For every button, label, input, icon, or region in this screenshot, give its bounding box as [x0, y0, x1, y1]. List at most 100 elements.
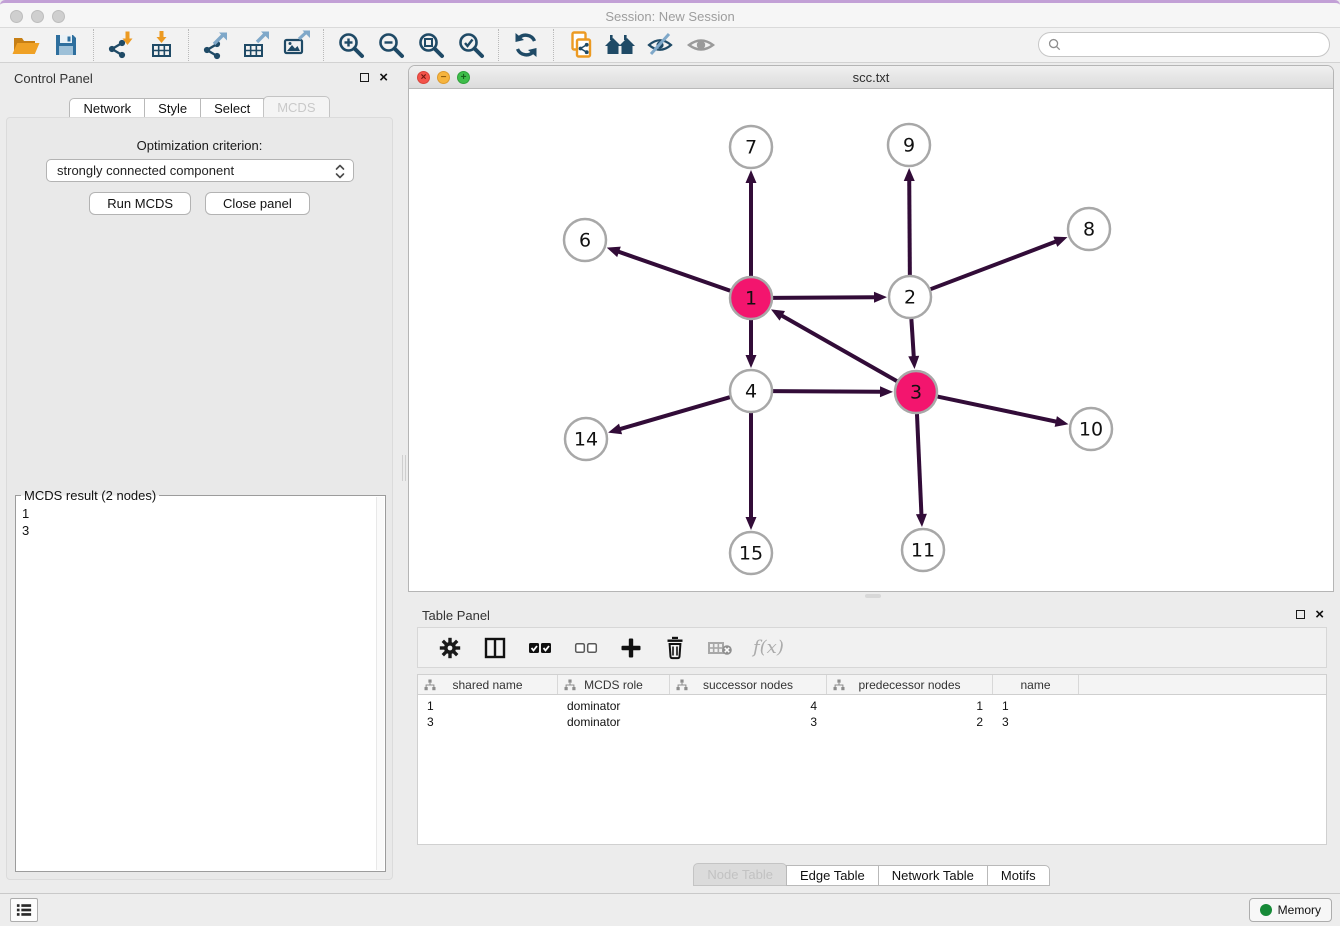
node-label-15: 15: [739, 543, 763, 565]
edge-arrow-4-15: [746, 517, 757, 530]
edge-4-14[interactable]: [620, 397, 730, 429]
new-network-from-selection-icon[interactable]: [561, 29, 601, 61]
run-mcds-button[interactable]: Run MCDS: [89, 192, 191, 215]
network-window-header[interactable]: × − + scc.txt: [409, 66, 1333, 89]
horizontal-splitter[interactable]: [408, 592, 1336, 600]
cell-name[interactable]: 1: [993, 699, 1079, 713]
table-row[interactable]: 3dominator323: [418, 714, 1326, 730]
cell-predecessor-nodes[interactable]: 2: [827, 715, 993, 729]
save-session-icon[interactable]: [46, 29, 86, 61]
cell-shared-name[interactable]: 3: [418, 715, 558, 729]
column-header-name[interactable]: name: [993, 675, 1079, 694]
edge-2-3[interactable]: [911, 319, 913, 357]
import-network-icon[interactable]: [101, 29, 141, 61]
edge-1-2[interactable]: [773, 297, 875, 298]
control-panel-body: Optimization criterion: strongly connect…: [6, 117, 393, 880]
zoom-in-icon[interactable]: [331, 29, 371, 61]
cell-MCDS-role[interactable]: dominator: [558, 715, 670, 729]
tab-style[interactable]: Style: [144, 98, 201, 119]
edge-4-3[interactable]: [773, 391, 881, 392]
table-panel-tabs: Node TableEdge TableNetwork TableMotifs: [408, 864, 1336, 886]
table-toolbar: f(x): [417, 627, 1327, 668]
tab-network[interactable]: Network: [69, 98, 145, 119]
tab-motifs[interactable]: Motifs: [987, 865, 1050, 886]
deselect-all-checks-icon[interactable]: [573, 637, 599, 659]
edge-arrow-1-4: [746, 355, 757, 368]
mcds-result-lines: 1 3: [16, 496, 385, 548]
table-panel-title: Table Panel: [422, 608, 490, 623]
search-icon: [1048, 38, 1061, 51]
node-label-1: 1: [745, 288, 757, 310]
settings-gear-icon[interactable]: [437, 635, 463, 661]
export-image-icon[interactable]: [276, 29, 316, 61]
search-box[interactable]: [1038, 32, 1330, 57]
control-panel-float-icon[interactable]: [360, 73, 369, 82]
column-header-predecessor-nodes[interactable]: predecessor nodes: [827, 675, 993, 694]
cell-name[interactable]: 3: [993, 715, 1079, 729]
status-bar: Memory: [0, 893, 1340, 926]
zoom-out-icon[interactable]: [371, 29, 411, 61]
edge-arrow-1-2: [874, 292, 887, 303]
tab-node-table[interactable]: Node Table: [693, 863, 787, 886]
table-panel-float-icon[interactable]: [1296, 610, 1305, 619]
zoom-selected-icon[interactable]: [451, 29, 491, 61]
node-table-body: 1dominator4113dominator323: [418, 695, 1326, 730]
task-history-button[interactable]: [10, 898, 38, 922]
column-header-MCDS-role[interactable]: MCDS role: [558, 675, 670, 694]
memory-button[interactable]: Memory: [1249, 898, 1332, 922]
network-graph[interactable]: 7968124314101511: [409, 89, 1333, 591]
cell-successor-nodes[interactable]: 3: [670, 715, 827, 729]
edge-1-6[interactable]: [618, 252, 730, 291]
column-visibility-icon[interactable]: [483, 636, 507, 660]
search-input[interactable]: [1067, 37, 1317, 52]
node-label-10: 10: [1079, 419, 1103, 441]
edge-3-11[interactable]: [917, 414, 921, 515]
export-network-icon[interactable]: [196, 29, 236, 61]
column-header-successor-nodes[interactable]: successor nodes: [670, 675, 827, 694]
network-window-title: scc.txt: [409, 70, 1333, 85]
column-header-shared-name[interactable]: shared name: [418, 675, 558, 694]
cell-successor-nodes[interactable]: 4: [670, 699, 827, 713]
delete-column-icon[interactable]: [663, 635, 687, 661]
edge-2-8[interactable]: [931, 241, 1057, 289]
add-column-icon[interactable]: [619, 636, 643, 660]
vertical-splitter[interactable]: [400, 63, 408, 893]
refresh-view-icon[interactable]: [506, 29, 546, 61]
tab-mcds[interactable]: MCDS: [263, 96, 329, 119]
node-label-3: 3: [910, 382, 922, 404]
mcds-result-box[interactable]: MCDS result (2 nodes) 1 3: [15, 495, 386, 872]
app-titlebar: Session: New Session: [0, 0, 1340, 28]
edge-arrow-4-14: [608, 424, 622, 435]
table-row[interactable]: 1dominator411: [418, 698, 1326, 714]
close-panel-button[interactable]: Close panel: [205, 192, 310, 215]
tab-network-table[interactable]: Network Table: [878, 865, 988, 886]
edge-3-1[interactable]: [781, 315, 896, 381]
open-file-icon[interactable]: [6, 29, 46, 61]
cell-predecessor-nodes[interactable]: 1: [827, 699, 993, 713]
home-icon[interactable]: [601, 29, 641, 61]
table-panel-close-icon[interactable]: ×: [1315, 609, 1324, 620]
edge-arrow-1-6: [607, 247, 621, 257]
edge-arrow-3-10: [1055, 416, 1069, 427]
tab-edge-table[interactable]: Edge Table: [786, 865, 879, 886]
mcds-result-scrollbar[interactable]: [376, 497, 384, 870]
network-canvas[interactable]: 7968124314101511: [409, 89, 1333, 591]
optimization-criterion-select[interactable]: strongly connected component: [46, 159, 354, 182]
show-all-icon[interactable]: [681, 29, 721, 61]
import-table-icon[interactable]: [141, 29, 181, 61]
chevron-up-down-icon: [334, 163, 346, 180]
control-panel: Control Panel × NetworkStyleSelectMCDS O…: [0, 63, 400, 893]
tab-select[interactable]: Select: [200, 98, 264, 119]
cell-MCDS-role[interactable]: dominator: [558, 699, 670, 713]
hide-selected-icon[interactable]: [641, 29, 681, 61]
toolbar-separator: [553, 29, 554, 61]
node-label-6: 6: [579, 230, 591, 252]
export-table-icon[interactable]: [236, 29, 276, 61]
zoom-fit-icon[interactable]: [411, 29, 451, 61]
edge-2-9[interactable]: [909, 180, 910, 275]
node-label-7: 7: [745, 137, 757, 159]
cell-shared-name[interactable]: 1: [418, 699, 558, 713]
control-panel-close-icon[interactable]: ×: [379, 72, 388, 83]
edge-3-10[interactable]: [938, 397, 1057, 422]
select-all-checks-icon[interactable]: [527, 637, 553, 659]
